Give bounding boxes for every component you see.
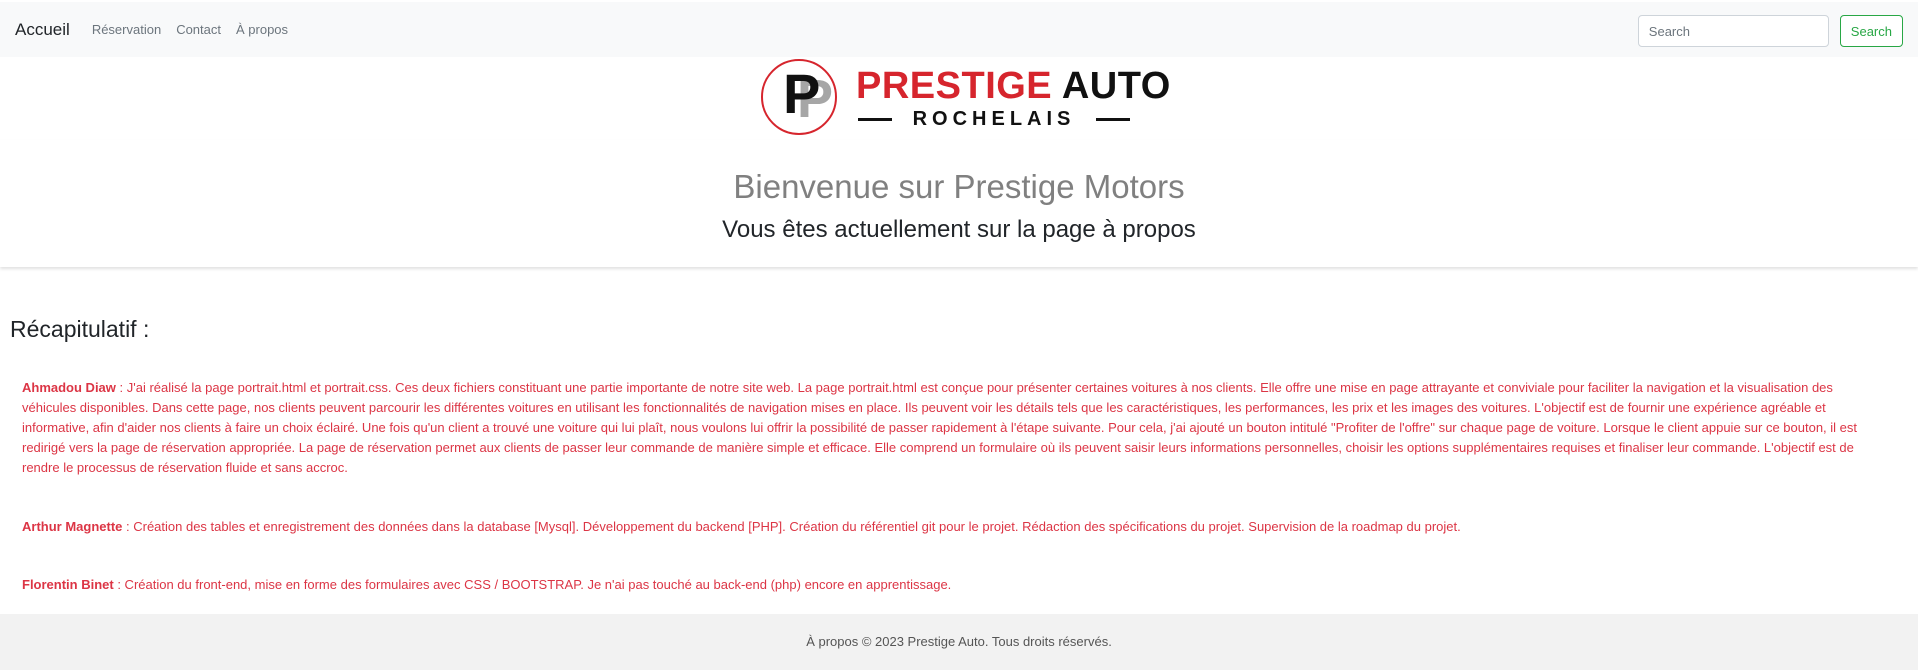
recap-title: Récapitulatif : [10, 316, 150, 342]
contributor-arthur-magnette: Arthur Magnette : Création des tables et… [22, 517, 1890, 537]
logo-divider-right [1096, 117, 1130, 121]
contributor-description: : J'ai réalisé la page portrait.html et … [22, 380, 1858, 475]
nav-brand-home[interactable]: Accueil [15, 20, 70, 40]
nav-link-about[interactable]: À propos [236, 22, 288, 37]
contributor-florentin-binet: Florentin Binet : Création du front-end,… [22, 575, 1890, 595]
hero-banner: Bienvenue sur Prestige Motors Vous êtes … [0, 140, 1918, 267]
logo-circle-emblem: P P [761, 59, 837, 135]
logo-divider-left [858, 117, 892, 121]
footer: À propos © 2023 Prestige Auto. Tous droi… [0, 614, 1918, 670]
contributor-description: : Création des tables et enregistrement … [122, 519, 1461, 534]
navbar: Accueil Réservation Contact À propos Sea… [0, 2, 1918, 57]
logo-subtitle: ROCHELAIS [912, 107, 1076, 130]
search-input[interactable] [1637, 15, 1829, 47]
page: Accueil Réservation Contact À propos Sea… [0, 0, 1918, 670]
contributor-name: Ahmadou Diaw [22, 380, 116, 395]
logo-title-black: AUTO [1061, 65, 1171, 107]
nav-link-reservation[interactable]: Réservation [92, 22, 161, 37]
hero-subtitle: Vous êtes actuellement sur la page à pro… [722, 216, 1196, 243]
logo-subtitle-row: ROCHELAIS [858, 107, 1130, 131]
search-button[interactable]: Search [1839, 15, 1903, 47]
contributor-description: : Création du front-end, mise en forme d… [113, 577, 952, 592]
prestige-auto-logo: P P PRESTIGE AUTO ROCHELAIS [758, 58, 1170, 138]
logo-title: PRESTIGE AUTO [856, 66, 1171, 106]
logo-letter: P [783, 62, 821, 125]
footer-copyright: À propos © 2023 Prestige Auto. Tous droi… [806, 634, 1112, 649]
contributor-ahmadou-diaw: Ahmadou Diaw : J'ai réalisé la page port… [22, 378, 1890, 478]
search-form: Search [1637, 15, 1903, 47]
nav-links: Réservation Contact À propos [92, 22, 303, 37]
hero-title: Bienvenue sur Prestige Motors [733, 168, 1185, 205]
logo-title-red: PRESTIGE [856, 65, 1053, 107]
nav-link-contact[interactable]: Contact [176, 22, 221, 37]
contributor-name: Arthur Magnette [22, 519, 123, 534]
contributor-name: Florentin Binet [22, 577, 114, 592]
